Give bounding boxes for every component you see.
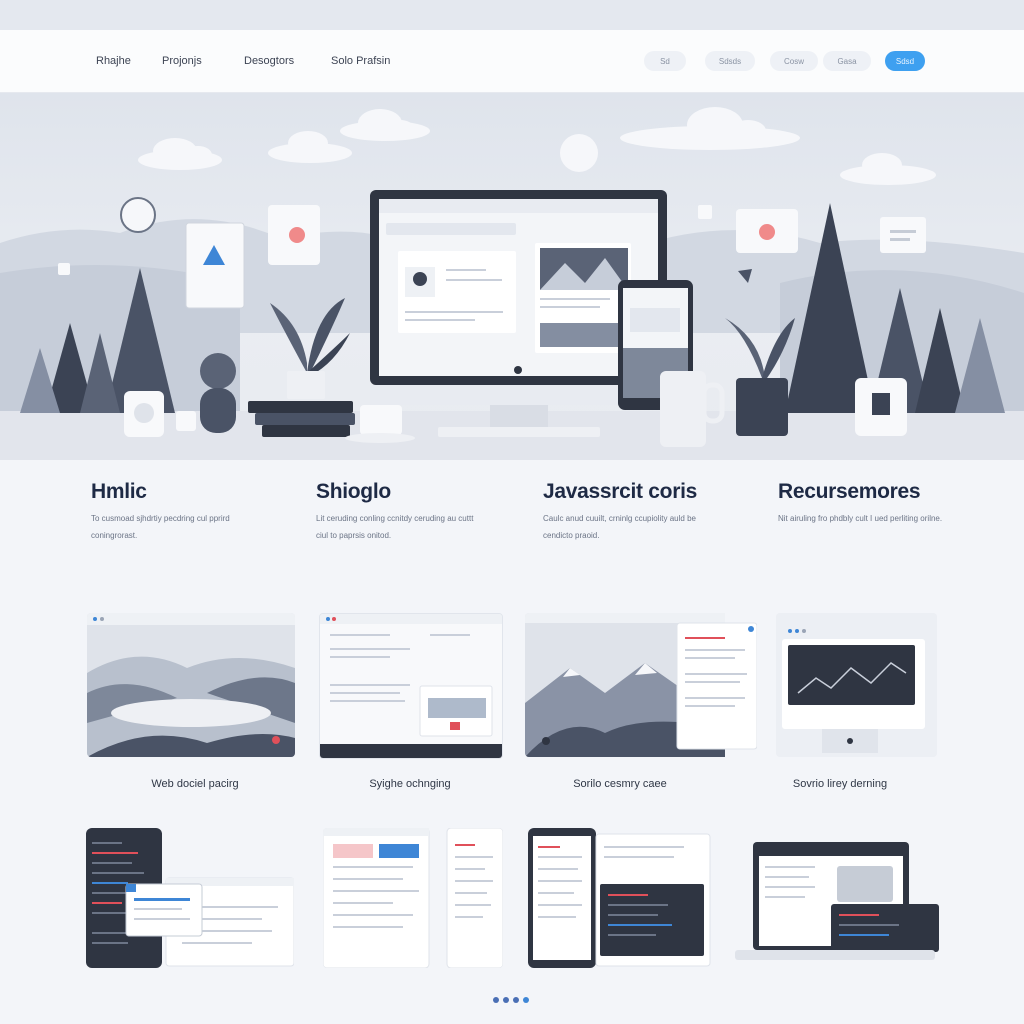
pagination-dot-3[interactable] bbox=[513, 997, 519, 1003]
landscape-image bbox=[87, 613, 295, 757]
cloud-icon bbox=[138, 107, 936, 185]
showcase-caption-1: Web dociel pacirg bbox=[151, 778, 239, 790]
showcase-card-1[interactable] bbox=[87, 613, 295, 757]
feature-text-2: Lit ceruding conling ccnitdy ceruding au… bbox=[316, 514, 474, 540]
mountain-preview bbox=[525, 613, 757, 757]
showcase-card-4[interactable] bbox=[776, 613, 937, 757]
nav-link-1[interactable]: Rhajhe bbox=[96, 55, 131, 67]
coffee-cup-icon bbox=[360, 405, 402, 435]
nav-link-4[interactable]: Solo Prafsin bbox=[331, 55, 390, 67]
device-preview-1[interactable] bbox=[86, 828, 294, 968]
hero-illustration bbox=[0, 93, 1024, 460]
nav-pill-3[interactable]: Cosw bbox=[770, 51, 818, 71]
feature-text-3: Caulc anud cuuilt, crninlg ccupiolity au… bbox=[543, 514, 696, 540]
device-preview-3[interactable] bbox=[528, 828, 712, 968]
feature-title-1: Hmlic bbox=[91, 480, 147, 503]
cta-button[interactable]: Sdsd bbox=[885, 51, 925, 71]
hero-scene bbox=[0, 107, 1024, 460]
device-preview-2[interactable] bbox=[323, 828, 503, 968]
nav-link-2[interactable]: Projonjs bbox=[162, 55, 202, 67]
showcase-caption-3: Sorilo cesmry caee bbox=[573, 778, 667, 790]
nav-pill-1[interactable]: Sd bbox=[644, 51, 686, 71]
navbar: Rhajhe Projonjs Desogtors Solo Prafsin S… bbox=[0, 30, 1024, 93]
feature-title-3: Javassrcit coris bbox=[543, 480, 697, 503]
showcase-card-3[interactable] bbox=[525, 613, 757, 757]
feature-text-4: Nit airuling fro phdbly cult I ued perli… bbox=[778, 514, 943, 523]
nav-pill-2[interactable]: Sdsds bbox=[705, 51, 755, 71]
showcase-caption-4: Sovrio lirey derning bbox=[792, 778, 888, 790]
nav-link-3[interactable]: Desogtors bbox=[244, 55, 294, 67]
sun-icon bbox=[560, 134, 598, 172]
layout-preview bbox=[320, 614, 502, 758]
nav-pill-4[interactable]: Gasa bbox=[823, 51, 871, 71]
pagination-dot-2[interactable] bbox=[503, 997, 509, 1003]
chart-monitor-preview bbox=[776, 613, 937, 757]
top-band bbox=[0, 0, 1024, 30]
feature-text-1: To cusmoad sjhdrtiy pecdring cul pprird … bbox=[91, 514, 230, 540]
pagination-dot-4[interactable] bbox=[523, 997, 529, 1003]
showcase-caption-2: Syighe ochnging bbox=[369, 778, 451, 790]
feature-title-4: Recursemores bbox=[778, 480, 921, 503]
feature-title-2: Shioglo bbox=[316, 480, 391, 503]
pagination-dot-1[interactable] bbox=[493, 997, 499, 1003]
showcase-card-2[interactable] bbox=[319, 613, 503, 759]
device-preview-4[interactable] bbox=[735, 842, 940, 968]
